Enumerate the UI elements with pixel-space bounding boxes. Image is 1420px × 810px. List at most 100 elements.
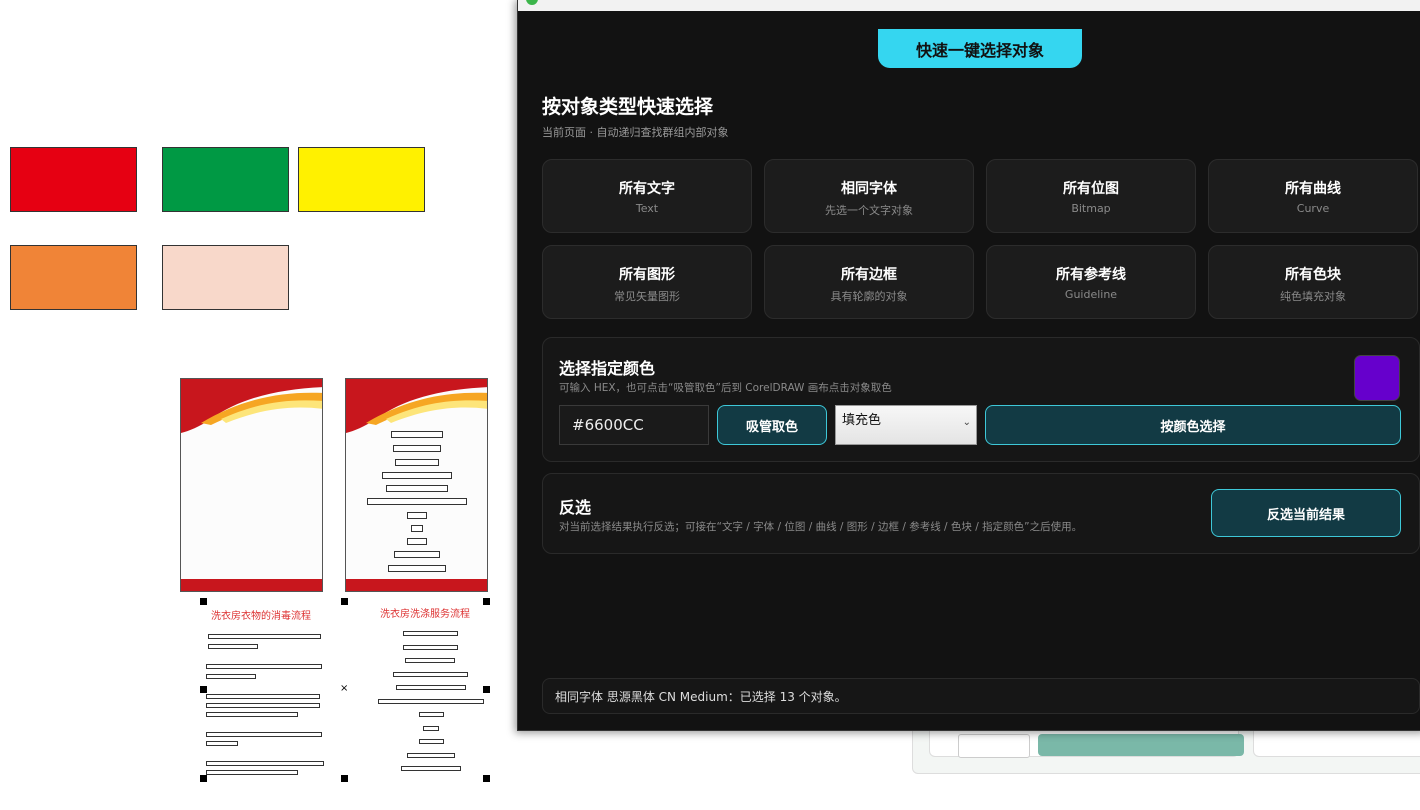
text-line xyxy=(419,712,444,717)
fill-type-value: 填充色 xyxy=(842,413,882,428)
select-by-color-button[interactable]: 按颜色选择 xyxy=(985,405,1401,445)
header-title-button[interactable]: 快速一键选择对象 xyxy=(878,29,1082,68)
flow-box xyxy=(407,538,427,545)
text-line xyxy=(405,658,455,663)
poster-title-2[interactable]: 洗衣房洗涤服务流程 xyxy=(380,605,470,620)
selection-handle[interactable] xyxy=(341,598,348,605)
selection-handle[interactable] xyxy=(483,775,490,782)
text-line xyxy=(378,699,484,704)
text-line xyxy=(419,739,444,744)
text-line xyxy=(401,766,461,771)
poster-header-wave xyxy=(181,379,322,433)
card-subtitle: 先选一个文字对象 xyxy=(825,204,913,217)
selection-handle[interactable] xyxy=(200,775,207,782)
swatch-green[interactable] xyxy=(162,147,289,212)
flow-box xyxy=(386,485,448,492)
poster-disinfection[interactable] xyxy=(180,378,323,592)
panel-titlebar xyxy=(518,0,1420,11)
chevron-down-icon: ⌄ xyxy=(962,417,971,428)
flow-box xyxy=(395,459,439,466)
card-subtitle: Bitmap xyxy=(1071,202,1111,215)
background-input xyxy=(958,734,1030,758)
card-title: 所有曲线 xyxy=(1285,181,1341,197)
invert-section-subtitle: 对当前选择结果执行反选；可接在“文字 / 字体 / 位图 / 曲线 / 图形 /… xyxy=(559,521,1083,533)
app-icon xyxy=(526,0,538,5)
select-all-curves-card[interactable]: 所有曲线 Curve xyxy=(1208,159,1418,233)
card-subtitle: Text xyxy=(635,202,659,215)
text-line xyxy=(423,726,439,731)
select-all-text-card[interactable]: 所有文字 Text xyxy=(542,159,752,233)
eyedropper-button[interactable]: 吸管取色 xyxy=(717,405,827,445)
text-line xyxy=(403,645,458,650)
text-line xyxy=(206,761,324,766)
status-bar: 相同字体 思源黑体 CN Medium：已选择 13 个对象。 xyxy=(542,678,1420,714)
text-line xyxy=(206,674,256,679)
card-subtitle: Curve xyxy=(1296,202,1330,215)
select-all-guidelines-card[interactable]: 所有参考线 Guideline xyxy=(986,245,1196,319)
color-section-subtitle: 可输入 HEX，也可点击“吸管取色”后到 CorelDRAW 画布点击对象取色 xyxy=(559,382,892,394)
swatch-orange[interactable] xyxy=(10,245,137,310)
selection-handle[interactable] xyxy=(200,598,207,605)
text-line xyxy=(206,694,320,699)
flow-box xyxy=(411,525,423,532)
card-title: 所有边框 xyxy=(841,267,897,283)
text-line xyxy=(396,685,466,690)
swatch-peach[interactable] xyxy=(162,245,289,310)
text-line xyxy=(206,712,298,717)
flow-box xyxy=(382,472,452,479)
card-subtitle: 纯色填充对象 xyxy=(1280,290,1346,303)
card-subtitle: Guideline xyxy=(1064,288,1118,301)
poster-title-1[interactable]: 洗衣房衣物的消毒流程 xyxy=(211,607,311,622)
invert-selection-section: 反选 对当前选择结果执行反选；可接在“文字 / 字体 / 位图 / 曲线 / 图… xyxy=(542,473,1420,554)
text-line xyxy=(206,770,298,775)
selection-handle[interactable] xyxy=(341,775,348,782)
text-line xyxy=(206,703,320,708)
text-line xyxy=(206,732,322,737)
color-select-section: 选择指定颜色 可输入 HEX，也可点击“吸管取色”后到 CorelDRAW 画布… xyxy=(542,337,1420,462)
invert-section-title: 反选 xyxy=(559,498,592,517)
text-line xyxy=(206,664,322,669)
text-line xyxy=(206,741,238,746)
type-section-subtitle: 当前页面 · 自动递归查找群组内部对象 xyxy=(542,126,729,139)
card-title: 所有文字 xyxy=(619,181,675,197)
hex-color-input[interactable] xyxy=(559,405,709,445)
selection-handle[interactable] xyxy=(483,686,490,693)
flow-box xyxy=(367,498,467,505)
text-line xyxy=(407,753,455,758)
poster-footer xyxy=(181,579,322,591)
card-title: 所有色块 xyxy=(1285,267,1341,283)
select-all-color-blocks-card[interactable]: 所有色块 纯色填充对象 xyxy=(1208,245,1418,319)
type-section-title: 按对象类型快速选择 xyxy=(542,96,714,118)
color-section-title: 选择指定颜色 xyxy=(559,359,656,378)
invert-selection-button[interactable]: 反选当前结果 xyxy=(1211,489,1401,537)
flow-box xyxy=(407,512,427,519)
card-subtitle: 具有轮廓的对象 xyxy=(830,290,908,303)
quick-select-panel: 快速一键选择对象 按对象类型快速选择 当前页面 · 自动递归查找群组内部对象 所… xyxy=(517,0,1420,731)
flow-box xyxy=(394,551,440,558)
flow-box xyxy=(388,565,446,572)
fill-type-select[interactable]: 填充色 ⌄ xyxy=(835,405,977,445)
text-line xyxy=(208,634,321,639)
swatch-red[interactable] xyxy=(10,147,137,212)
flow-box xyxy=(393,445,441,452)
card-title: 所有参考线 xyxy=(1056,267,1126,283)
text-line xyxy=(393,672,468,677)
flow-box xyxy=(391,431,443,438)
text-line xyxy=(208,644,258,649)
select-all-outlines-card[interactable]: 所有边框 具有轮廓的对象 xyxy=(764,245,974,319)
text-line xyxy=(403,631,458,636)
card-subtitle: 常见矢量图形 xyxy=(614,290,680,303)
selection-center-icon[interactable]: × xyxy=(340,683,348,694)
selection-handle[interactable] xyxy=(200,686,207,693)
card-title: 所有图形 xyxy=(619,267,675,283)
card-title: 相同字体 xyxy=(841,181,897,197)
select-same-font-card[interactable]: 相同字体 先选一个文字对象 xyxy=(764,159,974,233)
select-all-bitmaps-card[interactable]: 所有位图 Bitmap xyxy=(986,159,1196,233)
poster-header-wave xyxy=(346,379,487,433)
background-button xyxy=(1038,734,1244,756)
color-swatch-preview[interactable] xyxy=(1354,355,1400,401)
poster-laundry[interactable] xyxy=(345,378,488,592)
swatch-yellow[interactable] xyxy=(298,147,425,212)
selection-handle[interactable] xyxy=(483,598,490,605)
select-all-shapes-card[interactable]: 所有图形 常见矢量图形 xyxy=(542,245,752,319)
